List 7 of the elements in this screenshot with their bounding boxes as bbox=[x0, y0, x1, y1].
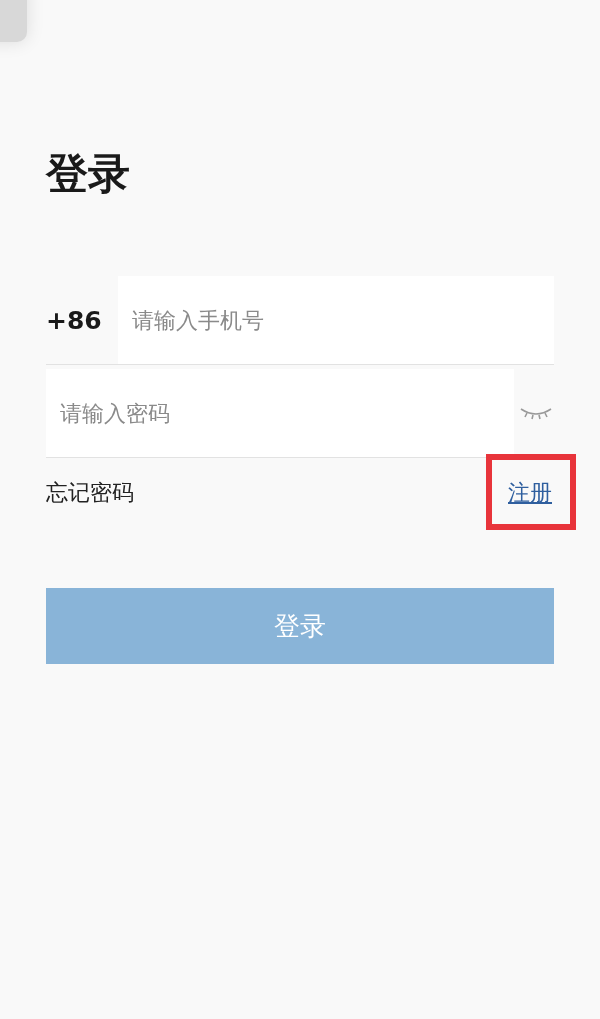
page-title: 登录 bbox=[46, 148, 131, 200]
register-link[interactable]: 注册 bbox=[508, 480, 552, 505]
password-input[interactable]: 请输入密码 bbox=[46, 369, 514, 457]
closed-eye-icon[interactable] bbox=[519, 405, 553, 421]
forgot-password-link[interactable]: 忘记密码 bbox=[46, 478, 134, 508]
country-code[interactable]: +86 bbox=[46, 305, 118, 335]
phone-input[interactable]: 请输入手机号 bbox=[118, 276, 554, 364]
